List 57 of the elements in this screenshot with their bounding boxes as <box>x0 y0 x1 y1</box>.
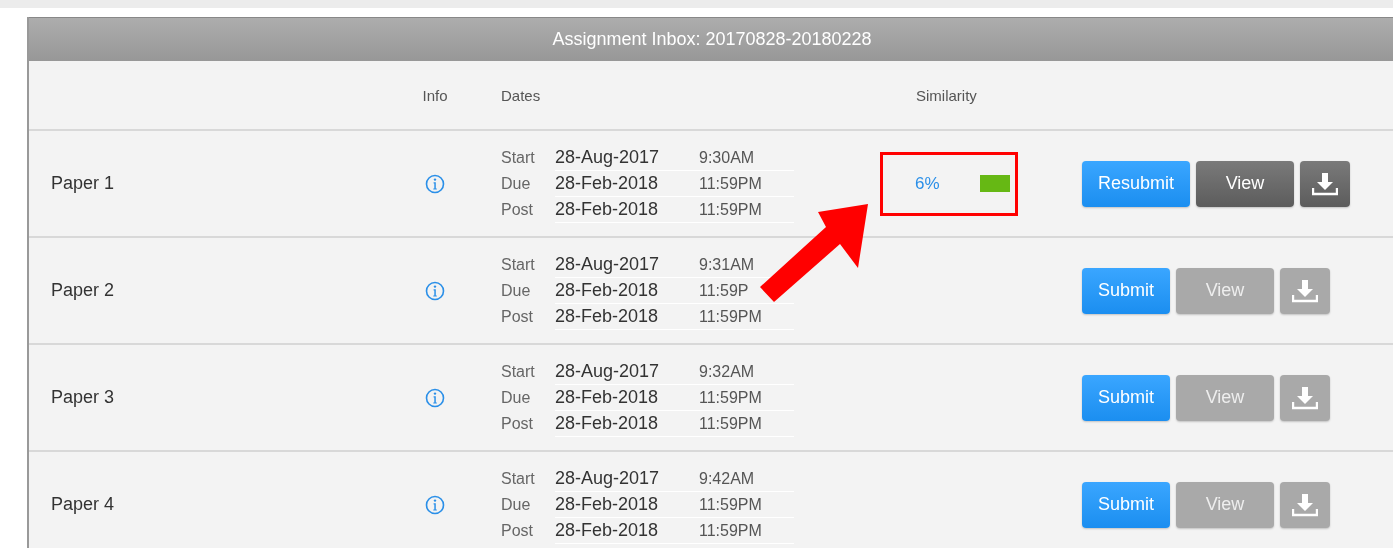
date-value: 28-Feb-2018 <box>555 303 699 330</box>
date-label: Due <box>501 173 532 194</box>
panel-title: Assignment Inbox: 20170828-20180228 <box>29 17 1393 61</box>
date-value: 28-Aug-2017 <box>555 251 699 278</box>
date-value: 28-Feb-2018 <box>555 277 699 304</box>
column-header: Similarity <box>915 86 978 104</box>
time-value: 9:30AM <box>699 144 794 171</box>
date-value: 28-Feb-2018 <box>555 491 699 518</box>
submit-button[interactable]: Resubmit <box>1082 160 1191 207</box>
info-icon[interactable] <box>425 494 445 515</box>
info-icon[interactable] <box>425 173 445 194</box>
time-value: 9:32AM <box>699 358 794 385</box>
date-label: Due <box>501 494 532 515</box>
date-label: Post <box>501 199 534 220</box>
similarity-score[interactable]: 6% <box>915 173 940 194</box>
date-value: 28-Feb-2018 <box>555 410 699 437</box>
submit-button[interactable]: Submit <box>1082 267 1171 314</box>
download-icon <box>1292 385 1319 410</box>
date-value: 28-Aug-2017 <box>555 144 699 171</box>
submit-button[interactable]: Submit <box>1082 374 1171 421</box>
time-value: 11:59PM <box>699 303 794 330</box>
date-label: Post <box>501 413 534 434</box>
date-value: 28-Feb-2018 <box>555 384 699 411</box>
paper-title: Paper 4 <box>50 494 116 515</box>
date-label: Post <box>501 306 534 327</box>
date-label: Start <box>501 147 536 168</box>
date-label: Start <box>501 254 536 275</box>
info-icon[interactable] <box>425 280 445 301</box>
time-value: 11:59PM <box>699 196 794 223</box>
download-icon <box>1292 492 1319 517</box>
date-label: Due <box>501 387 532 408</box>
time-value: 11:59PM <box>699 384 794 411</box>
paper-title: Paper 1 <box>50 173 116 194</box>
column-header: Info <box>421 86 449 104</box>
date-label: Start <box>501 468 536 489</box>
download-button[interactable] <box>1300 160 1351 207</box>
time-value: 11:59PM <box>699 491 794 518</box>
time-value: 11:59PM <box>699 170 794 197</box>
time-value: 11:59PM <box>699 410 794 437</box>
date-value: 28-Aug-2017 <box>555 358 699 385</box>
time-value: 11:59PM <box>699 517 794 544</box>
paper-title: Paper 3 <box>50 387 116 408</box>
info-icon[interactable] <box>425 387 445 408</box>
download-icon <box>1312 171 1339 196</box>
column-header: Dates <box>500 86 542 104</box>
date-value: 28-Feb-2018 <box>555 517 699 544</box>
date-label: Start <box>501 361 536 382</box>
paper-title: Paper 2 <box>50 280 116 301</box>
submit-button[interactable]: Submit <box>1082 481 1171 528</box>
date-label: Post <box>501 520 534 541</box>
view-button[interactable]: View <box>1196 160 1295 207</box>
date-value: 28-Feb-2018 <box>555 196 699 223</box>
date-value: 28-Aug-2017 <box>555 465 699 492</box>
date-value: 28-Feb-2018 <box>555 170 699 197</box>
time-value: 9:42AM <box>699 465 794 492</box>
download-icon <box>1292 278 1319 303</box>
date-label: Due <box>501 280 532 301</box>
